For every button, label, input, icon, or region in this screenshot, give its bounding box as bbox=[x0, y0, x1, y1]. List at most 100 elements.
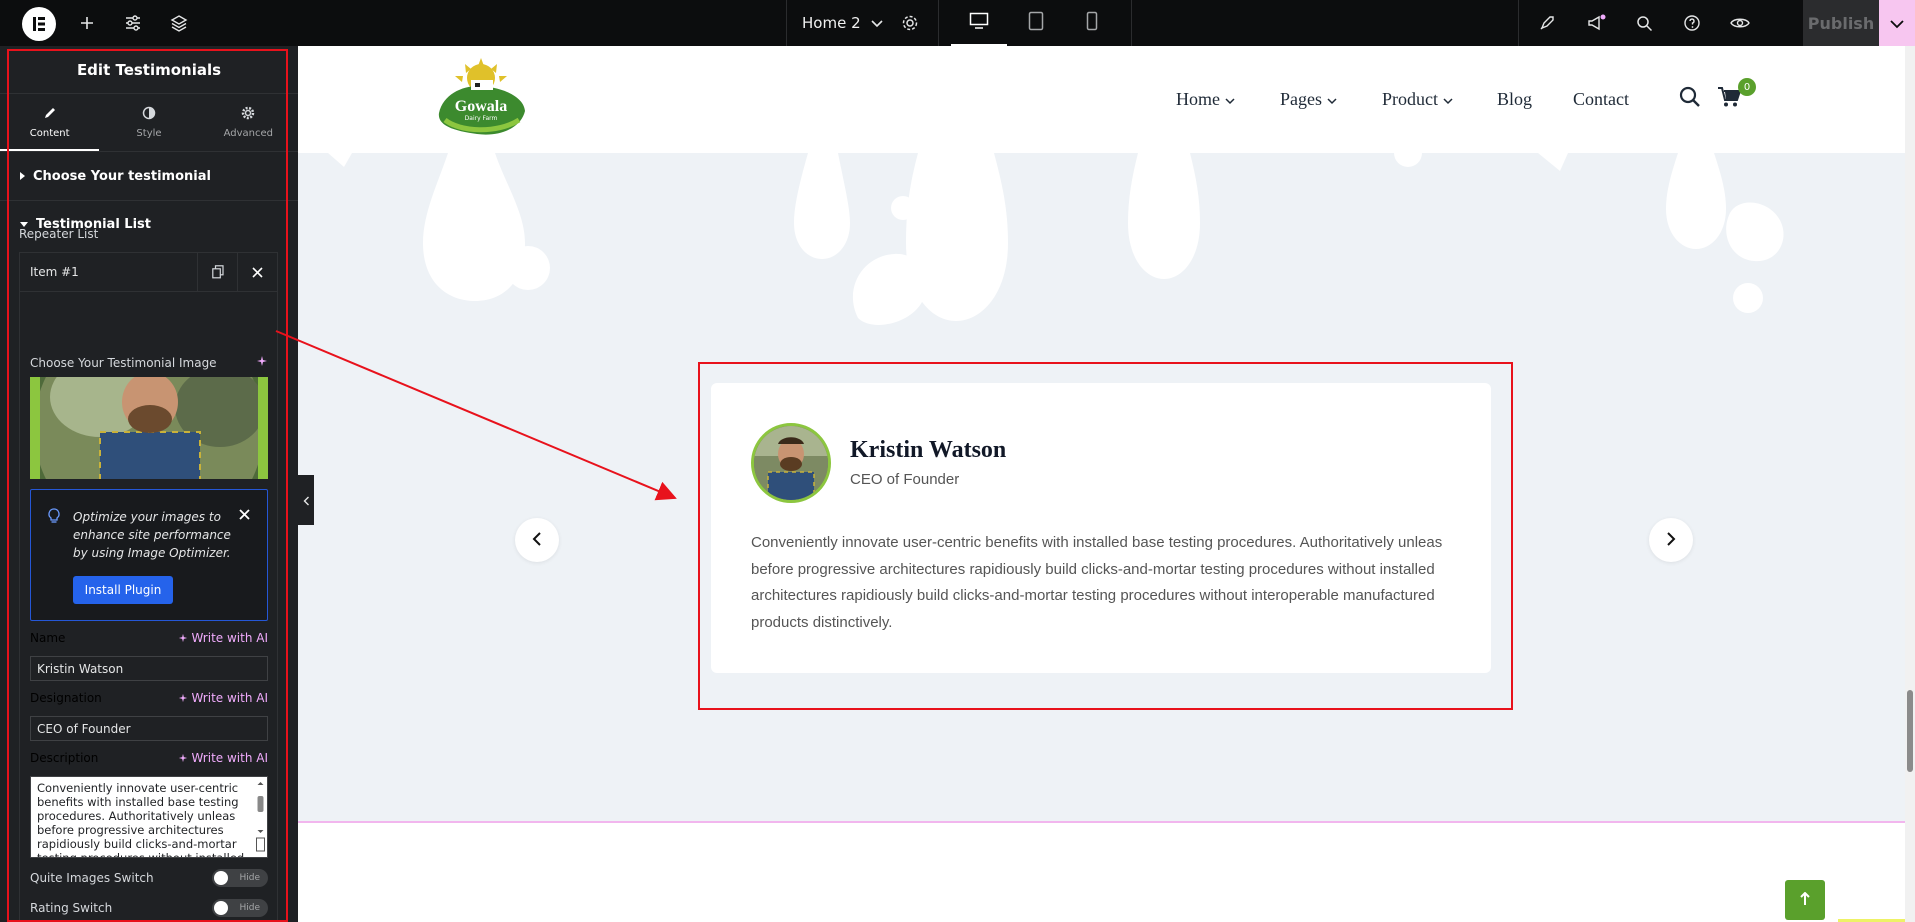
notice-text: Optimize your images to enhance site per… bbox=[73, 510, 231, 560]
search-icon[interactable] bbox=[1632, 0, 1656, 46]
close-icon[interactable] bbox=[239, 505, 250, 524]
plus-icon[interactable] bbox=[74, 0, 100, 46]
site-logo[interactable]: Gowala Dairy Farm bbox=[431, 58, 531, 138]
tablet-icon bbox=[1028, 11, 1044, 35]
nav-label[interactable]: Pages bbox=[1280, 89, 1322, 110]
rocket-icon[interactable] bbox=[1535, 0, 1559, 46]
next-slide-button[interactable] bbox=[1649, 518, 1693, 562]
caret-right-icon bbox=[20, 172, 25, 180]
milk-splash-decoration bbox=[328, 153, 1784, 325]
nav-item-blog[interactable]: Blog bbox=[1497, 89, 1532, 110]
site-header: Gowala Dairy Farm Home Pages Product Blo… bbox=[298, 46, 1905, 153]
logo-subtext: Dairy Farm bbox=[464, 115, 498, 122]
editor-topbar: Home 2 Publish bbox=[0, 0, 1915, 46]
write-with-ai-button[interactable]: Write with AI bbox=[178, 631, 268, 645]
tab-label: Content bbox=[29, 128, 70, 139]
switch-label: Rating Switch bbox=[30, 901, 113, 915]
nav-item-pages[interactable]: Pages bbox=[1280, 89, 1337, 110]
tab-style[interactable]: Style bbox=[99, 94, 198, 151]
prev-slide-button[interactable] bbox=[515, 518, 559, 562]
desktop-view-button[interactable] bbox=[951, 0, 1007, 46]
name-label: Name bbox=[30, 631, 66, 645]
tab-content[interactable]: Content bbox=[0, 94, 100, 151]
gear-icon[interactable] bbox=[898, 0, 922, 46]
panel-tabs: Content Style Advanced bbox=[0, 94, 298, 152]
nav-label[interactable]: Blog bbox=[1497, 89, 1532, 110]
layers-icon[interactable] bbox=[166, 0, 192, 46]
switch-label: Quite Images Switch bbox=[30, 871, 154, 885]
tab-label: Style bbox=[136, 128, 162, 139]
write-with-ai-button[interactable]: Write with AI bbox=[178, 691, 268, 705]
description-textarea[interactable]: Conveniently innovate user-centric benef… bbox=[30, 776, 268, 858]
description-field-row: Description Write with AI bbox=[30, 751, 268, 765]
elementor-logo-icon[interactable] bbox=[22, 7, 56, 41]
nav-label[interactable]: Home bbox=[1176, 89, 1220, 110]
site-search-icon[interactable] bbox=[1679, 86, 1701, 112]
sliders-icon[interactable] bbox=[120, 0, 146, 46]
description-text: Conveniently innovate user-centric benef… bbox=[37, 781, 245, 858]
tablet-view-button[interactable] bbox=[1008, 0, 1064, 46]
section-divider bbox=[298, 821, 1905, 823]
chevron-down-icon bbox=[1225, 89, 1235, 110]
description-label: Description bbox=[30, 751, 99, 765]
tab-advanced[interactable]: Advanced bbox=[199, 94, 298, 151]
tab-label: Advanced bbox=[223, 128, 274, 139]
half-circle-icon bbox=[142, 106, 156, 123]
publish-options-button[interactable] bbox=[1879, 0, 1915, 46]
help-icon[interactable] bbox=[1680, 0, 1704, 46]
quite-images-toggle[interactable]: Hide bbox=[212, 869, 268, 887]
close-icon[interactable] bbox=[237, 253, 277, 291]
canvas-scrollbar[interactable] bbox=[1905, 46, 1915, 922]
ai-sparkle-icon[interactable] bbox=[256, 355, 268, 370]
rating-switch-row: Rating Switch Hide bbox=[30, 899, 268, 917]
page-canvas: Gowala Dairy Farm Home Pages Product Blo… bbox=[298, 46, 1905, 922]
designation-field-row: Designation Write with AI bbox=[30, 691, 268, 705]
name-field-row: Name Write with AI bbox=[30, 631, 268, 645]
repeater-item-title[interactable]: Item #1 bbox=[20, 265, 197, 279]
nav-label[interactable]: Contact bbox=[1573, 89, 1629, 110]
section-choose-testimonial[interactable]: Choose Your testimonial bbox=[0, 152, 298, 200]
mobile-view-button[interactable] bbox=[1064, 0, 1120, 46]
chevron-down-icon bbox=[1890, 14, 1904, 33]
collapse-panel-button[interactable] bbox=[298, 475, 314, 525]
eye-icon[interactable] bbox=[1728, 0, 1752, 46]
repeater-item-header[interactable]: Item #1 bbox=[19, 252, 278, 292]
testimonial-image-preview[interactable] bbox=[30, 377, 268, 479]
designation-input[interactable]: CEO of Founder bbox=[30, 716, 268, 741]
megaphone-icon[interactable] bbox=[1584, 0, 1608, 46]
image-label: Choose Your Testimonial Image bbox=[30, 355, 217, 370]
designation-label: Designation bbox=[30, 691, 102, 705]
publish-button[interactable]: Publish bbox=[1803, 0, 1879, 46]
chevron-right-icon bbox=[1666, 531, 1676, 550]
duplicate-icon[interactable] bbox=[197, 253, 237, 291]
write-with-ai-button[interactable]: Write with AI bbox=[178, 751, 268, 765]
name-input[interactable]: Kristin Watson bbox=[30, 656, 268, 681]
rating-toggle[interactable]: Hide bbox=[212, 899, 268, 917]
canvas-scrollbar-thumb[interactable] bbox=[1907, 690, 1913, 772]
gear-icon bbox=[241, 106, 255, 123]
textarea-scrollbar[interactable] bbox=[256, 780, 265, 852]
nav-item-contact[interactable]: Contact bbox=[1573, 89, 1629, 110]
desktop-icon bbox=[969, 12, 989, 34]
nav-item-product[interactable]: Product bbox=[1382, 89, 1453, 110]
image-optimizer-notice: Optimize your images to enhance site per… bbox=[30, 489, 268, 621]
pencil-icon bbox=[43, 106, 57, 123]
arrow-up-icon bbox=[1799, 891, 1811, 910]
panel-title: Edit Testimonials bbox=[0, 46, 298, 94]
nav-item-home[interactable]: Home bbox=[1176, 89, 1235, 110]
cart-count-badge: 0 bbox=[1738, 78, 1756, 96]
chevron-down-icon[interactable] bbox=[871, 14, 883, 32]
chevron-down-icon bbox=[1327, 89, 1337, 110]
page-name[interactable]: Home 2 bbox=[802, 14, 861, 32]
divider bbox=[1131, 0, 1132, 46]
annotation-card-outline bbox=[698, 362, 1513, 710]
chevron-left-icon bbox=[532, 531, 542, 550]
cart-icon[interactable] bbox=[1717, 86, 1742, 112]
scroll-to-top-button[interactable] bbox=[1785, 880, 1825, 920]
page-selector[interactable]: Home 2 bbox=[802, 0, 883, 46]
chevron-left-icon bbox=[303, 491, 310, 510]
install-plugin-button[interactable]: Install Plugin bbox=[73, 576, 173, 604]
divider bbox=[786, 0, 787, 46]
nav-label[interactable]: Product bbox=[1382, 89, 1438, 110]
repeater-label: Repeater List bbox=[19, 227, 99, 241]
